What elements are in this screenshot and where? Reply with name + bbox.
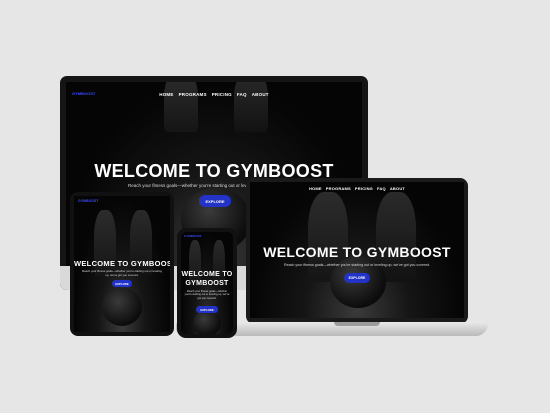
laptop-screen: HOME PROGRAMS PRICING FAQ ABOUT WELCOME … [250,182,464,318]
tablet-explore-button[interactable]: EXPLORE [112,280,132,287]
tablet-hero-title: WELCOME TO GYMBOOST [74,259,170,268]
nav-about[interactable]: ABOUT [252,92,269,97]
phone-explore-button[interactable]: EXPLORE [196,306,218,313]
tablet-hero-subtitle: Reach your fitness goals—whether you're … [82,270,162,277]
nav-pricing[interactable]: PRICING [355,186,373,191]
nav-home[interactable]: HOME [159,92,173,97]
nav-home[interactable]: HOME [309,186,322,191]
desktop-explore-button[interactable]: EXPLORE [199,195,231,207]
phone-hero-subtitle: Reach your fitness goals—whether you're … [184,290,230,300]
nav-faq[interactable]: FAQ [377,186,386,191]
nav-about[interactable]: ABOUT [390,186,405,191]
laptop-nav: HOME PROGRAMS PRICING FAQ ABOUT [250,186,464,191]
phone-hero-title-line-2: GYMBOOST [185,280,229,287]
phone-hero-title-line-1: WELCOME TO [181,271,233,278]
nav-programs[interactable]: PROGRAMS [326,186,351,191]
laptop-notch [334,322,380,326]
laptop-hero-title: WELCOME TO GYMBOOST [263,244,451,260]
phone-hero-title: WELCOME TO GYMBOOST [181,270,233,288]
nav-pricing[interactable]: PRICING [212,92,232,97]
nav-programs[interactable]: PROGRAMS [179,92,207,97]
laptop-hero-subtitle: Reach your fitness goals—whether you're … [284,263,430,267]
nav-faq[interactable]: FAQ [237,92,247,97]
desktop-nav: HOME PROGRAMS PRICING FAQ ABOUT [66,92,362,97]
laptop-explore-button[interactable]: EXPLORE [344,273,370,283]
phone-screen: GYMBOOST WELCOME TO GYMBOOST Reach your … [181,232,233,334]
tablet-screen: GYMBOOST WELCOME TO GYMBOOST Reach your … [74,196,170,332]
tablet-brand[interactable]: GYMBOOST [78,199,98,203]
phone-brand[interactable]: GYMBOOST [184,234,202,238]
